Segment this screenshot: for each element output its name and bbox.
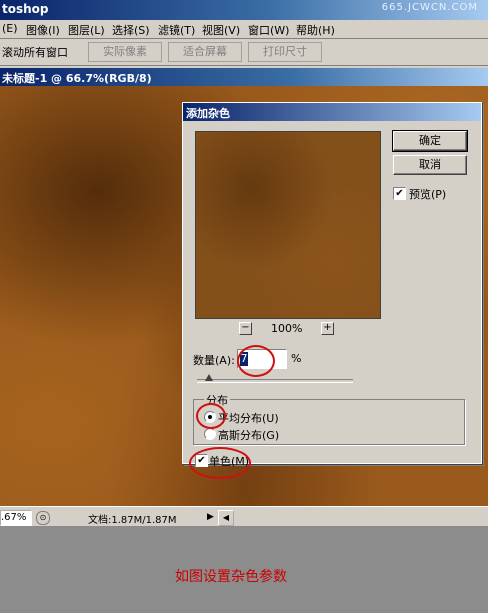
menu-help[interactable]: 帮助(H) — [296, 22, 335, 38]
document-title: 未标题-1 @ 66.7%(RGB/8) — [2, 72, 152, 85]
zoom-field[interactable]: .67% — [0, 510, 32, 526]
menu-window[interactable]: 窗口(W) — [248, 22, 289, 38]
annotation-circle-monochromatic — [189, 447, 251, 479]
add-noise-dialog: 添加杂色 确定 取消 ✔ 预览(P) − 100% + 数量(A): 7 % 分… — [182, 102, 482, 479]
menu-select[interactable]: 选择(S) — [112, 22, 150, 38]
filter-preview[interactable] — [195, 131, 381, 319]
cancel-button[interactable]: 取消 — [393, 155, 467, 175]
watermark-text: 665.JCWCN.COM — [381, 2, 478, 13]
status-bar: .67% ⊙ 文档:1.87M/1.87M ▶ ◀ — [0, 506, 488, 528]
ok-button[interactable]: 确定 — [392, 130, 468, 152]
menu-view[interactable]: 视图(V) — [202, 22, 240, 38]
workspace-background: 如图设置杂色参数 — [0, 526, 488, 613]
document-title-bar: 未标题-1 @ 66.7%(RGB/8) — [0, 68, 488, 86]
document-info: 文档:1.87M/1.87M — [88, 515, 177, 526]
menu-bar: (E) 图像(I) 图层(L) 选择(S) 滤镜(T) 视图(V) 窗口(W) … — [0, 20, 488, 39]
zoom-out-button[interactable]: − — [239, 322, 252, 335]
zoom-level: 100% — [271, 322, 303, 335]
menu-image[interactable]: 图像(I) — [26, 22, 60, 38]
options-bar: 滚动所有窗口 实际像素 适合屏幕 打印尺寸 — [0, 39, 488, 66]
fit-screen-button[interactable]: 适合屏幕 — [168, 42, 242, 62]
app-title: toshop — [2, 2, 49, 16]
gaussian-radio[interactable] — [204, 428, 216, 440]
dialog-title: 添加杂色 — [186, 107, 230, 120]
menu-layer[interactable]: 图层(L) — [68, 22, 105, 38]
distribution-group: 分布 平均分布(U) 高斯分布(G) — [193, 392, 465, 445]
zoom-in-button[interactable]: + — [321, 322, 334, 335]
amount-label: 数量(A): — [193, 354, 235, 367]
zoom-icon[interactable]: ⊙ — [36, 511, 50, 525]
annotation-circle-amount — [237, 345, 275, 377]
scroll-all-windows-label[interactable]: 滚动所有窗口 — [2, 44, 68, 60]
gaussian-label: 高斯分布(G) — [218, 429, 280, 442]
scroll-left-icon[interactable]: ◀ — [218, 510, 234, 526]
amount-slider-thumb[interactable] — [205, 374, 213, 381]
actual-pixels-button[interactable]: 实际像素 — [88, 42, 162, 62]
menu-edit[interactable]: (E) — [2, 22, 18, 35]
dialog-title-bar[interactable]: 添加杂色 — [183, 103, 481, 121]
preview-checkbox[interactable]: ✔ — [393, 187, 406, 200]
preview-label: 预览(P) — [409, 188, 447, 201]
annotation-circle-uniform — [196, 403, 226, 429]
amount-unit: % — [291, 352, 302, 365]
amount-slider[interactable] — [197, 374, 353, 383]
print-size-button[interactable]: 打印尺寸 — [248, 42, 322, 62]
app-title-bar: toshop 665.JCWCN.COM — [0, 0, 488, 20]
uniform-label: 平均分布(U) — [218, 412, 279, 425]
menu-filter[interactable]: 滤镜(T) — [158, 22, 195, 38]
status-menu-arrow-icon[interactable]: ▶ — [207, 510, 217, 524]
tutorial-caption: 如图设置杂色参数 — [175, 569, 287, 585]
